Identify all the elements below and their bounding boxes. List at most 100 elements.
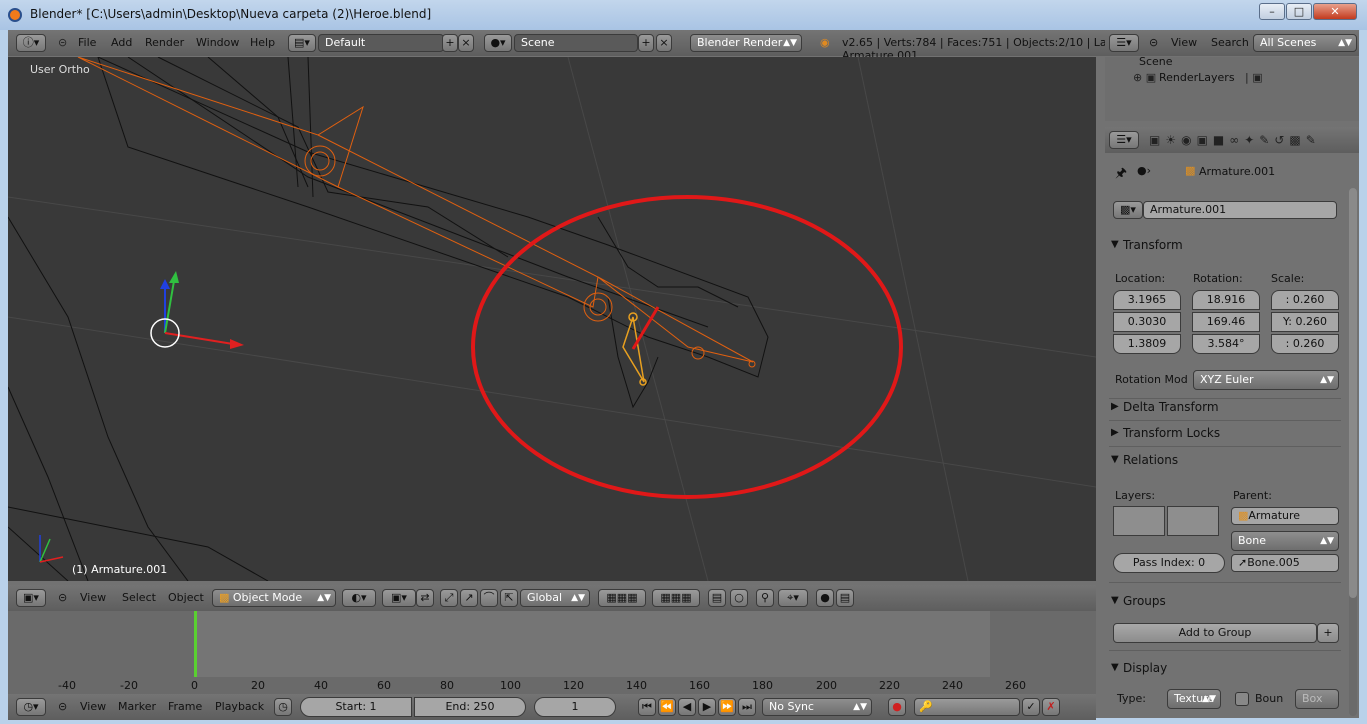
jump-start-icon[interactable]: ⏮ (638, 698, 656, 716)
current-frame-line[interactable] (194, 611, 197, 677)
outliner-menu-view[interactable]: View (1171, 36, 1197, 49)
layer-buttons-2[interactable]: ▦▦▦ (652, 589, 700, 607)
timeline-menu-view[interactable]: View (80, 700, 106, 713)
add-scene-icon[interactable]: + (638, 34, 654, 52)
layout-field[interactable]: Default (318, 34, 444, 52)
add-group-icon[interactable]: + (1317, 623, 1339, 643)
parent-type-dropdown[interactable]: Bone ▲▼ (1231, 531, 1339, 551)
collapse-icon[interactable]: ⊝ (58, 700, 67, 713)
arc-manipulator-icon[interactable]: ⌒ (480, 589, 498, 607)
remove-layout-icon[interactable]: × (458, 34, 474, 52)
object-name-field[interactable]: Armature.001 (1143, 201, 1337, 219)
orientation-dropdown[interactable]: Global ▲▼ (520, 589, 590, 607)
properties-scrollbar[interactable] (1349, 188, 1357, 716)
editor-type-3dview-icon[interactable]: ▣▾ (16, 589, 46, 607)
menu-file[interactable]: File (78, 36, 96, 49)
object-origin-gizmo[interactable] (150, 271, 244, 349)
outliner-item-scene[interactable]: Scene (1139, 55, 1173, 68)
pass-index-field[interactable]: Pass Index: 0 (1113, 553, 1225, 573)
panel-groups[interactable]: ▼ Groups (1109, 590, 1335, 612)
panel-delta-transform[interactable]: ▶ Delta Transform (1109, 396, 1335, 418)
location-z-field[interactable]: 1.3809 (1113, 334, 1181, 354)
editor-type-icon[interactable]: ⓘ▾ (16, 34, 46, 52)
scale-z-field[interactable]: : 0.260 (1271, 334, 1339, 354)
render-image-icon[interactable]: ● (816, 589, 834, 607)
panel-transform-locks[interactable]: ▶ Transform Locks (1109, 422, 1335, 444)
jump-keyframe-back-icon[interactable]: ⏪ (658, 698, 676, 716)
editor-type-outliner-icon[interactable]: ☰▾ (1109, 34, 1139, 52)
menu-window[interactable]: Window (196, 36, 239, 49)
add-to-group-button[interactable]: Add to Group (1113, 623, 1317, 643)
panel-relations[interactable]: ▼ Relations (1109, 449, 1335, 471)
editor-type-properties-icon[interactable]: ☰▾ (1109, 131, 1139, 149)
scrollbar-thumb[interactable] (1349, 188, 1357, 598)
3d-viewport[interactable]: User Ortho (1) Armature.001 (8, 57, 1096, 581)
editor-type-timeline-icon[interactable]: ◷▾ (16, 698, 46, 716)
location-x-field[interactable]: 3.1965 (1113, 290, 1181, 310)
menu-add[interactable]: Add (111, 36, 132, 49)
rotation-x-field[interactable]: 18.916 (1192, 290, 1260, 310)
remove-scene-icon[interactable]: × (656, 34, 672, 52)
bounds-type-dropdown[interactable]: Box (1295, 689, 1339, 709)
rotation-y-field[interactable]: 169.46 (1192, 312, 1260, 332)
layers-grid-1[interactable] (1113, 506, 1165, 536)
rotation-mode-dropdown[interactable]: XYZ Euler ▲▼ (1193, 370, 1339, 390)
collapse-icon[interactable]: ⊝ (1149, 36, 1158, 49)
menu-view[interactable]: View (80, 591, 106, 604)
object-datablock-icon[interactable]: ▩▾ (1113, 201, 1143, 219)
add-layout-icon[interactable]: + (442, 34, 458, 52)
insert-keyframe-icon[interactable]: ✓ (1022, 698, 1040, 716)
timeline-area[interactable] (8, 611, 1096, 677)
render-engine-dropdown[interactable]: Blender Render ▲▼ (690, 34, 802, 52)
menu-render[interactable]: Render (145, 36, 184, 49)
mode-dropdown[interactable]: ▩ Object Mode ▲▼ (212, 589, 336, 607)
parent-bone-field[interactable]: ➚Bone.005 (1231, 554, 1339, 572)
play-reverse-icon[interactable]: ◀ (678, 698, 696, 716)
maximize-button[interactable]: □ (1286, 3, 1312, 20)
pivot-point-icon[interactable]: ▣▾ (382, 589, 416, 607)
delete-keyframe-icon[interactable]: ✗ (1042, 698, 1060, 716)
jump-end-icon[interactable]: ⏭ (738, 698, 756, 716)
bounds-checkbox[interactable] (1235, 692, 1249, 706)
minimize-button[interactable]: – (1259, 3, 1285, 20)
viewport-scene-svg[interactable] (8, 57, 1096, 581)
record-icon[interactable]: ● (888, 698, 906, 716)
timeline-menu-playback[interactable]: Playback (215, 700, 264, 713)
rotate-manipulator-icon[interactable]: ↗ (460, 589, 478, 607)
panel-display[interactable]: ▼ Display (1109, 657, 1335, 679)
scale-manipulator-icon[interactable]: ⇱ (500, 589, 518, 607)
viewport-shading-icon[interactable]: ◐▾ (342, 589, 376, 607)
start-frame-field[interactable]: Start: 1 (300, 697, 412, 717)
sync-dropdown[interactable]: No Sync ▲▼ (762, 698, 872, 716)
timeline-menu-marker[interactable]: Marker (118, 700, 156, 713)
timeline-editor[interactable]: -40 -20 0 20 40 60 80 100 120 140 160 18… (8, 611, 1096, 706)
scale-x-field[interactable]: : 0.260 (1271, 290, 1339, 310)
parent-field[interactable]: ▩Armature (1231, 507, 1339, 525)
proportional-edit-icon[interactable]: ○ (730, 589, 748, 607)
menu-help[interactable]: Help (250, 36, 275, 49)
layer-buttons-1[interactable]: ▦▦▦ (598, 589, 646, 607)
outliner-tree[interactable]: Scene ⊕ ▣ RenderLayers | ▣ (1105, 55, 1359, 121)
close-button[interactable]: ✕ (1313, 3, 1357, 20)
screen-layout-icon[interactable]: ▤▾ (288, 34, 316, 52)
outliner-menu-search[interactable]: Search (1211, 36, 1249, 49)
collapse-icon[interactable]: ⊝ (58, 36, 67, 49)
pin-icon[interactable]: 🖈 (1115, 164, 1127, 186)
menu-object[interactable]: Object (168, 591, 204, 604)
end-frame-field[interactable]: End: 250 (414, 697, 526, 717)
display-type-dropdown[interactable]: Texture ▲▼ (1167, 689, 1221, 709)
rotation-z-field[interactable]: 3.584° (1192, 334, 1260, 354)
panel-transform[interactable]: ▼ Transform (1109, 234, 1335, 256)
timeline-menu-frame[interactable]: Frame (168, 700, 202, 713)
context-tabs-icons[interactable]: ▣☀◉▣■∞✦✎↺▩✎ (1149, 133, 1321, 147)
location-y-field[interactable]: 0.3030 (1113, 312, 1181, 332)
scene-field[interactable]: Scene (514, 34, 638, 52)
scale-y-field[interactable]: Y: 0.260 (1271, 312, 1339, 332)
manipulator-toggle-icon[interactable]: ⇄ (416, 589, 434, 607)
jump-keyframe-forward-icon[interactable]: ⏩ (718, 698, 736, 716)
keying-set-field[interactable]: 🔑 (914, 698, 1020, 716)
collapse-icon[interactable]: ⊝ (58, 591, 67, 604)
lock-camera-icon[interactable]: ▤ (708, 589, 726, 607)
translate-manipulator-icon[interactable]: ⤢ (440, 589, 458, 607)
layers-grid-2[interactable] (1167, 506, 1219, 536)
